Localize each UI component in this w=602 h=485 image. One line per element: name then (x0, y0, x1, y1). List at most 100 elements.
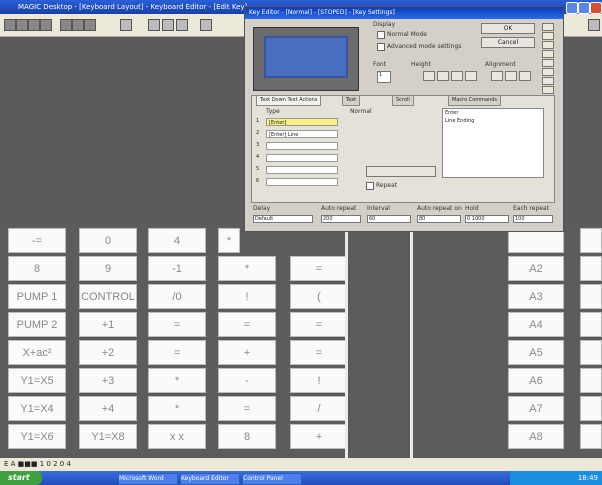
action-row[interactable] (266, 142, 338, 150)
action-row[interactable] (266, 178, 338, 186)
keyboard-key[interactable]: 4 (148, 228, 206, 253)
help-icon[interactable] (200, 19, 212, 31)
keyboard-key[interactable]: = (290, 256, 348, 281)
keyboard-key[interactable]: -1 (148, 256, 206, 281)
keyboard-key[interactable]: Y1=X5 (8, 368, 66, 393)
keyboard-key[interactable]: +1 (79, 312, 137, 337)
side-tool-button[interactable] (542, 86, 554, 94)
keyboard-key[interactable]: + (218, 340, 276, 365)
list-item[interactable]: Enter (443, 109, 543, 117)
keyboard-key-edge[interactable] (580, 368, 602, 393)
tab-macro-commands[interactable]: Macro Commands (448, 95, 502, 106)
keyboard-key[interactable]: +4 (79, 396, 137, 421)
zoom-icon[interactable] (176, 19, 188, 31)
side-tool-button[interactable] (542, 50, 554, 58)
repeat-checkbox[interactable] (366, 182, 374, 190)
list-item[interactable]: Line Ending (443, 117, 543, 125)
keyboard-key[interactable]: ! (290, 368, 348, 393)
keyboard-key-edge[interactable] (580, 312, 602, 337)
keyboard-key[interactable]: 8 (218, 424, 276, 449)
side-tool-button[interactable] (542, 41, 554, 49)
action-row[interactable] (266, 166, 338, 174)
macro-list[interactable]: Enter Line Ending (442, 108, 544, 178)
align-right-button[interactable] (451, 71, 463, 81)
keyboard-key[interactable]: PUMP 1 (8, 284, 66, 309)
keyboard-key[interactable]: x x (148, 424, 206, 449)
keyboard-key[interactable]: * (148, 396, 206, 421)
keyboard-key[interactable]: / (290, 396, 348, 421)
keyboard-key[interactable]: A7 (508, 396, 564, 421)
keyboard-key[interactable]: +2 (79, 340, 137, 365)
keyboard-key-edge[interactable] (580, 424, 602, 449)
keyboard-key-edge[interactable] (580, 340, 602, 365)
keyboard-key[interactable]: 0 (79, 228, 137, 253)
keyboard-key[interactable]: = (148, 312, 206, 337)
hold-select[interactable]: 0 1000 (465, 215, 509, 223)
keyboard-key[interactable]: - (218, 368, 276, 393)
action-row[interactable]: [Enter] (266, 118, 338, 126)
paste-icon[interactable] (84, 19, 96, 31)
keyboard-key-edge[interactable] (580, 228, 602, 253)
keyboard-key[interactable]: A4 (508, 312, 564, 337)
keyboard-key[interactable]: * (218, 228, 240, 253)
keyboard-key[interactable]: * (218, 256, 276, 281)
keyboard-key[interactable]: 9 (79, 256, 137, 281)
print-icon[interactable] (40, 19, 52, 31)
action-row[interactable] (266, 154, 338, 162)
interval-select[interactable]: 60 (367, 215, 411, 223)
keyboard-key-edge[interactable] (580, 396, 602, 421)
keyboard-key[interactable]: +3 (79, 368, 137, 393)
copy-icon[interactable] (72, 19, 84, 31)
save-icon[interactable] (28, 19, 40, 31)
keyboard-key[interactable]: A6 (508, 368, 564, 393)
keyboard-key[interactable]: PUMP 2 (8, 312, 66, 337)
tab-text[interactable]: Text (342, 95, 361, 106)
new-icon[interactable] (4, 19, 16, 31)
align-center-button[interactable] (437, 71, 449, 81)
taskbar-item[interactable]: Control Panel (242, 473, 302, 485)
keyboard-key-edge[interactable] (580, 256, 602, 281)
keyboard-key[interactable]: A2 (508, 256, 564, 281)
keyboard-key[interactable]: X+ac² (8, 340, 66, 365)
advanced-mode-radio[interactable] (377, 43, 385, 51)
height-field[interactable]: 1 (377, 71, 391, 83)
keyboard-key[interactable]: = (218, 312, 276, 337)
cancel-button[interactable]: Cancel (481, 37, 535, 48)
keyboard-key[interactable]: /0 (148, 284, 206, 309)
keyboard-key[interactable]: ! (218, 284, 276, 309)
keyboard-key[interactable]: = (290, 340, 348, 365)
auto-repeat-on-select[interactable]: 80 (417, 215, 461, 223)
italic-button[interactable] (505, 71, 517, 81)
bold-button[interactable] (491, 71, 503, 81)
normal-mode-radio[interactable] (377, 31, 385, 39)
keyboard-key[interactable]: A3 (508, 284, 564, 309)
line-icon[interactable] (148, 19, 160, 31)
maximize-button[interactable] (578, 2, 590, 14)
each-repeat-select[interactable]: 100 (513, 215, 553, 223)
open-icon[interactable] (16, 19, 28, 31)
align-left-button[interactable] (423, 71, 435, 81)
taskbar-item[interactable]: Keyboard Editor (180, 473, 240, 485)
taskbar-item[interactable]: Microsoft Word (118, 473, 178, 485)
side-tool-button[interactable] (542, 68, 554, 76)
ok-button[interactable]: OK (481, 23, 535, 34)
keyboard-key[interactable]: = (218, 396, 276, 421)
toolbar-right-icon[interactable] (588, 19, 600, 31)
keyboard-key[interactable]: = (290, 312, 348, 337)
keyboard-key-edge[interactable] (580, 284, 602, 309)
underline-button[interactable] (519, 71, 531, 81)
keyboard-key[interactable]: * (148, 368, 206, 393)
keyboard-key[interactable]: 8 (8, 256, 66, 281)
insert-button[interactable] (366, 166, 436, 177)
keyboard-key[interactable]: -= (8, 228, 66, 253)
side-tool-button[interactable] (542, 23, 554, 31)
keyboard-key[interactable]: ( (290, 284, 348, 309)
undo-icon[interactable] (120, 19, 132, 31)
keyboard-key[interactable]: Y1=X4 (8, 396, 66, 421)
side-tool-button[interactable] (542, 77, 554, 85)
auto-repeat-select[interactable]: 200 (321, 215, 361, 223)
delay-select[interactable]: Default (253, 215, 313, 223)
keyboard-key[interactable]: = (148, 340, 206, 365)
minimize-button[interactable] (566, 2, 578, 14)
side-tool-button[interactable] (542, 59, 554, 67)
